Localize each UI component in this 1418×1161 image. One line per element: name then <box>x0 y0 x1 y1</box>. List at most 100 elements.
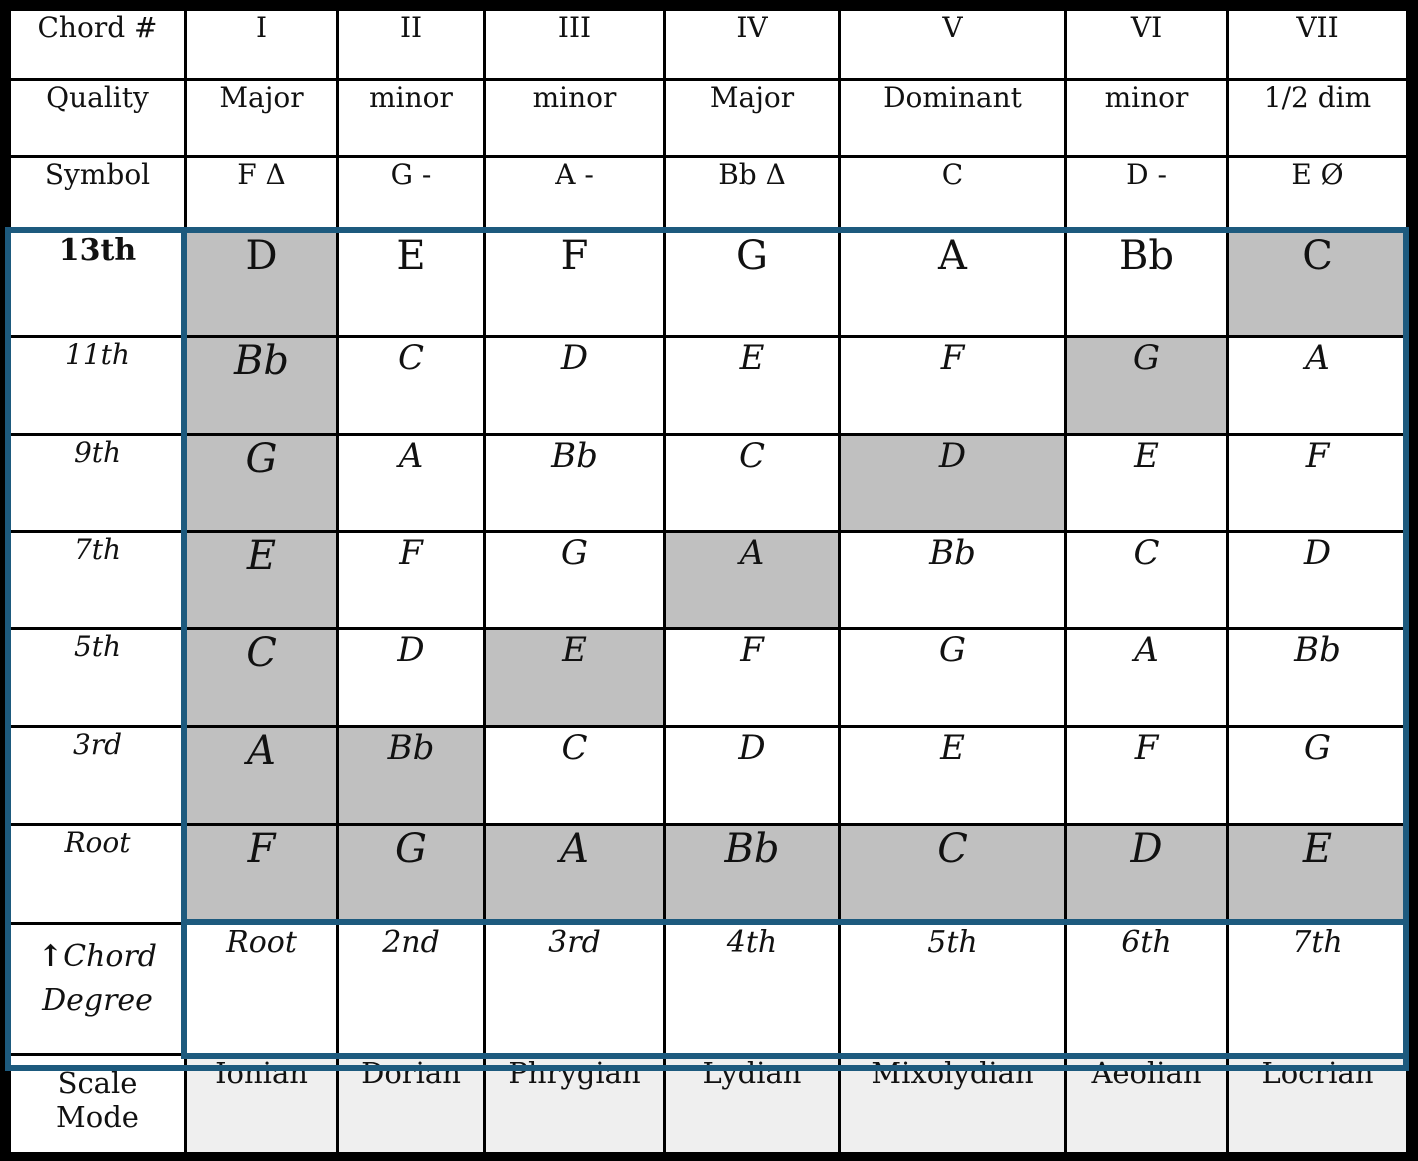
scale-mode-cell: Dorian <box>336 1053 486 1155</box>
note-cell: C <box>336 335 486 436</box>
note-cell: F <box>1226 433 1409 533</box>
note-cell: C <box>483 725 666 826</box>
chord-number-row: Chord # I II III IV V VI VII <box>8 8 1409 81</box>
chord-degree-cell: 3rd <box>483 922 666 1056</box>
scale-mode-row: Scale Mode Ionian Dorian Phrygian Lydian Mixol… <box>8 1053 1409 1155</box>
symbol-cell-7: E Ø <box>1226 155 1409 233</box>
chord-degree-cell: 2nd <box>336 922 486 1056</box>
note-cell: A <box>184 725 339 826</box>
chord-degree-label-line1: Chord <box>63 939 158 974</box>
note-cell: G <box>483 530 666 630</box>
note-cell: Bb <box>1064 230 1229 338</box>
row-label-tone: 7th <box>8 530 187 630</box>
quality-cell-3: minor <box>483 78 666 158</box>
note-cell: G <box>663 230 841 338</box>
symbol-cell-3: A - <box>483 155 666 233</box>
chord-tone-row-11th: 11th Bb C D E F G A <box>8 335 1409 436</box>
scale-mode-cell: Locrian <box>1226 1053 1409 1155</box>
symbol-cell-1: F Δ <box>184 155 339 233</box>
quality-row: Quality Major minor minor Major Dominant mino… <box>8 78 1409 158</box>
symbol-cell-6: D - <box>1064 155 1229 233</box>
note-cell: E <box>1226 823 1409 925</box>
quality-cell-6: minor <box>1064 78 1229 158</box>
chord-number-cell-7: VII <box>1226 8 1409 81</box>
note-cell: E <box>1064 433 1229 533</box>
chord-tone-row-7th: 7th E F G A Bb C D <box>8 530 1409 630</box>
chord-number-cell-4: IV <box>663 8 841 81</box>
chord-degree-cell: 7th <box>1226 922 1409 1056</box>
quality-cell-2: minor <box>336 78 486 158</box>
chord-table: Chord # I II III IV V VI VII Quality Major mino… <box>8 8 1409 1155</box>
chord-scale-chart: Chord # I II III IV V VI VII Quality Major mino… <box>5 8 1409 1155</box>
row-label-chord-degree: ↑Chord Degree <box>8 922 187 1056</box>
note-cell: A <box>838 230 1067 338</box>
scale-mode-cell: Lydian <box>663 1053 841 1155</box>
note-cell: F <box>663 627 841 728</box>
row-label-symbol: Symbol <box>8 155 187 233</box>
row-label-tone: 5th <box>8 627 187 728</box>
note-cell: F <box>483 230 666 338</box>
note-cell: G <box>336 823 486 925</box>
chord-degree-row: ↑Chord Degree Root 2nd 3rd 4th 5th 6th 7th <box>8 922 1409 1056</box>
note-cell: D <box>1064 823 1229 925</box>
note-cell: C <box>663 433 841 533</box>
chord-number-cell-1: I <box>184 8 339 81</box>
note-cell: Bb <box>1226 627 1409 728</box>
chord-degree-cell: Root <box>184 922 339 1056</box>
row-label-tone: 3rd <box>8 725 187 826</box>
note-cell: G <box>838 627 1067 728</box>
row-label-chord-number: Chord # <box>8 8 187 81</box>
chord-number-cell-5: V <box>838 8 1067 81</box>
quality-cell-4: Major <box>663 78 841 158</box>
note-cell: A <box>336 433 486 533</box>
note-cell: A <box>663 530 841 630</box>
row-label-tone: 9th <box>8 433 187 533</box>
symbol-cell-5: C <box>838 155 1067 233</box>
note-cell: Bb <box>184 335 339 436</box>
note-cell: C <box>838 823 1067 925</box>
chord-tone-row-root: Root F G A Bb C D E <box>8 823 1409 925</box>
note-cell: F <box>1064 725 1229 826</box>
note-cell: E <box>184 530 339 630</box>
note-cell: F <box>838 335 1067 436</box>
note-cell: C <box>184 627 339 728</box>
quality-cell-7: 1/2 dim <box>1226 78 1409 158</box>
note-cell: G <box>1064 335 1229 436</box>
note-cell: D <box>663 725 841 826</box>
note-cell: E <box>838 725 1067 826</box>
note-cell: A <box>1064 627 1229 728</box>
quality-cell-1: Major <box>184 78 339 158</box>
note-cell: Bb <box>483 433 666 533</box>
symbol-row: Symbol F ΔG -A - Bb ΔCD -E Ø <box>8 155 1409 233</box>
note-cell: G <box>184 433 339 533</box>
chord-number-cell-2: II <box>336 8 486 81</box>
scale-mode-label-line1: Scale <box>57 1066 138 1100</box>
chord-degree-cell: 5th <box>838 922 1067 1056</box>
note-cell: E <box>483 627 666 728</box>
scale-mode-cell: Phrygian <box>483 1053 666 1155</box>
note-cell: D <box>838 433 1067 533</box>
note-cell: G <box>1226 725 1409 826</box>
note-cell: E <box>663 335 841 436</box>
chord-number-cell-3: III <box>483 8 666 81</box>
chord-tone-row-3rd: 3rd A Bb C D E F G <box>8 725 1409 826</box>
chord-degree-cell: 4th <box>663 922 841 1056</box>
row-label-tone: 11th <box>8 335 187 436</box>
scale-mode-label-line2: Mode <box>56 1100 139 1134</box>
note-cell: Bb <box>663 823 841 925</box>
chord-tone-row-9th: 9th G A Bb C D E F <box>8 433 1409 533</box>
scale-mode-cell: Aeolian <box>1064 1053 1229 1155</box>
note-cell: D <box>483 335 666 436</box>
note-cell: C <box>1064 530 1229 630</box>
note-cell: C <box>1226 230 1409 338</box>
chord-degree-label-line2: Degree <box>42 983 153 1018</box>
arrow-up-icon: ↑ <box>37 939 64 974</box>
note-cell: D <box>1226 530 1409 630</box>
note-cell: A <box>483 823 666 925</box>
note-cell: A <box>1226 335 1409 436</box>
row-label-scale-mode: Scale Mode <box>8 1053 187 1155</box>
note-cell: F <box>336 530 486 630</box>
note-cell: Bb <box>336 725 486 826</box>
scale-mode-cell: Ionian <box>184 1053 339 1155</box>
chord-tone-row-13th: 13th D E F G A Bb C <box>8 230 1409 338</box>
